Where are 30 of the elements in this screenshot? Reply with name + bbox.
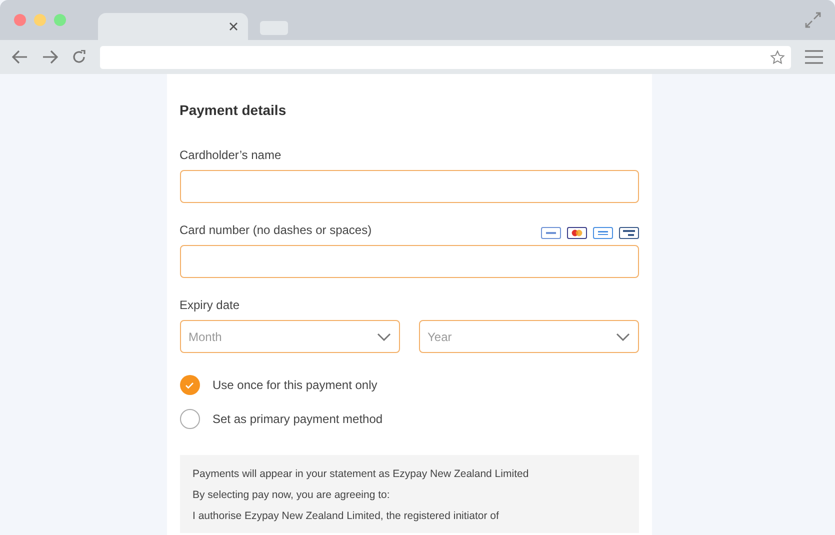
chevron-down-icon bbox=[616, 332, 630, 340]
close-icon[interactable] bbox=[229, 22, 238, 31]
notice-text: By selecting pay now, you are agreeing to: bbox=[192, 489, 391, 502]
field-label: Cardholder’s name bbox=[180, 147, 282, 164]
check-icon bbox=[185, 382, 194, 388]
option-label: Use once for this payment only bbox=[212, 377, 378, 394]
back-arrow-icon[interactable] bbox=[12, 50, 28, 64]
card-icon bbox=[618, 227, 638, 239]
card-icon bbox=[540, 227, 560, 239]
chevron-down-icon bbox=[376, 332, 390, 340]
notice-text: I authorise Ezypay New Zealand Limited, the registered initiator of bbox=[192, 510, 500, 523]
option-label: Set as primary payment method bbox=[212, 411, 383, 428]
select-dropdown[interactable]: Month bbox=[180, 320, 400, 353]
radio-button[interactable] bbox=[180, 409, 200, 429]
notice-text: Payments will appear in your statement as Ezypay New Zealand Limited bbox=[192, 468, 530, 481]
form-title: Payment details bbox=[180, 101, 288, 120]
card-icon bbox=[566, 227, 586, 239]
field-label: Card number (no dashes or spaces) bbox=[180, 222, 372, 239]
reload-icon[interactable] bbox=[72, 50, 86, 64]
forward-arrow-icon[interactable] bbox=[42, 50, 58, 64]
card-icon bbox=[592, 227, 612, 239]
radio-button[interactable] bbox=[180, 375, 200, 395]
select-dropdown[interactable]: Year bbox=[418, 320, 638, 353]
expand-icon[interactable] bbox=[805, 12, 821, 28]
star-icon[interactable] bbox=[770, 50, 785, 64]
field-label: Expiry date bbox=[180, 297, 241, 314]
close-window-icon[interactable] bbox=[14, 14, 26, 26]
menu-icon[interactable] bbox=[805, 50, 823, 64]
text-field[interactable] bbox=[180, 170, 638, 203]
text-field[interactable] bbox=[180, 245, 638, 278]
